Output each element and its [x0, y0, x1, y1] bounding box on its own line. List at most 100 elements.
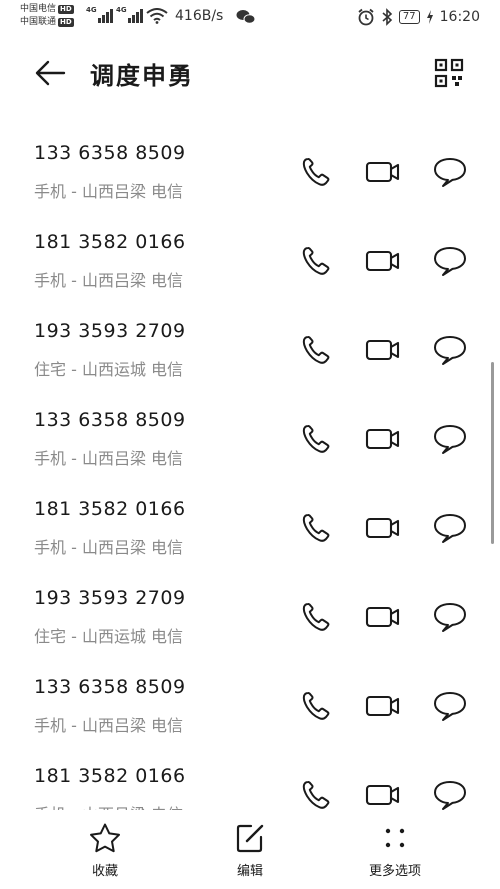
message-icon	[434, 781, 466, 810]
number-location: 手机 - 山西吕梁 电信	[34, 538, 184, 557]
video-call-button[interactable]	[365, 511, 401, 545]
phone-number: 133 6358 8509	[34, 409, 186, 431]
phone-number: 181 3582 0166	[34, 498, 186, 520]
phone-icon	[302, 246, 330, 275]
call-button[interactable]	[299, 600, 335, 634]
favorite-button[interactable]: 收藏	[50, 822, 160, 882]
carrier-1: 中国电信	[20, 4, 57, 14]
phone-number: 193 3593 2709	[34, 320, 186, 342]
video-call-icon	[365, 339, 400, 361]
call-button[interactable]	[299, 155, 335, 189]
video-call-button[interactable]	[365, 333, 401, 367]
number-location: 手机 - 山西吕梁 电信	[34, 271, 184, 290]
wechat-icon	[236, 10, 256, 24]
list-item[interactable]: 133 6358 8509 手机 - 山西吕梁 电信	[0, 662, 500, 751]
page-title: 调度申勇	[90, 62, 194, 90]
more-options-button[interactable]: 更多选项	[340, 822, 450, 882]
call-button[interactable]	[299, 422, 335, 456]
bottom-toolbar: 收藏 编辑 更多选项	[0, 818, 500, 889]
battery-level: 77	[398, 10, 420, 24]
phone-number-list[interactable]: 133 6358 8509 手机 - 山西吕梁 电信 181 3582 0166 手机…	[0, 128, 500, 810]
list-item[interactable]: 181 3582 0166 手机 - 山西吕梁 电信	[0, 217, 500, 306]
qr-code-icon	[434, 58, 464, 88]
phone-number: 181 3582 0166	[34, 231, 186, 253]
message-button[interactable]	[432, 155, 468, 189]
call-button[interactable]	[299, 244, 335, 278]
scrollbar[interactable]	[491, 362, 494, 544]
video-call-button[interactable]	[365, 244, 401, 278]
call-button[interactable]	[299, 689, 335, 723]
video-call-button[interactable]	[365, 778, 401, 810]
carrier-info: 中国电信 HD 中国联通 HD	[20, 3, 74, 29]
number-location: 住宅 - 山西运城 电信	[34, 627, 184, 646]
more-dots-icon	[385, 828, 405, 848]
video-call-button[interactable]	[365, 600, 401, 634]
charging-icon	[426, 10, 433, 24]
phone-icon	[302, 780, 330, 809]
list-item[interactable]: 193 3593 2709 住宅 - 山西运城 电信	[0, 306, 500, 395]
list-item[interactable]: 193 3593 2709 住宅 - 山西运城 电信	[0, 573, 500, 662]
status-bar: 中国电信 HD 中国联通 HD 4G 4G 416B/s 77 16:20	[0, 0, 500, 34]
phone-number: 181 3582 0166	[34, 765, 186, 787]
message-button[interactable]	[432, 778, 468, 810]
message-icon	[434, 692, 466, 721]
message-icon	[434, 158, 466, 187]
status-right: 77 16:20	[357, 8, 480, 26]
message-button[interactable]	[432, 511, 468, 545]
edit-icon	[236, 824, 264, 853]
list-item[interactable]: 181 3582 0166 手机 - 山西吕梁 电信	[0, 484, 500, 573]
call-button[interactable]	[299, 333, 335, 367]
number-location: 手机 - 山西吕梁 电信	[34, 182, 184, 201]
video-call-icon	[365, 695, 400, 717]
phone-number: 133 6358 8509	[34, 142, 186, 164]
clock: 16:20	[439, 9, 480, 25]
wifi-icon	[146, 8, 168, 24]
message-button[interactable]	[432, 333, 468, 367]
list-item[interactable]: 181 3582 0166 手机 - 山西吕梁 电信	[0, 751, 500, 810]
phone-icon	[302, 602, 330, 631]
list-item[interactable]: 133 6358 8509 手机 - 山西吕梁 电信	[0, 395, 500, 484]
message-button[interactable]	[432, 689, 468, 723]
phone-icon	[302, 513, 330, 542]
back-button[interactable]	[30, 54, 70, 92]
call-button[interactable]	[299, 511, 335, 545]
phone-icon	[302, 691, 330, 720]
favorite-label: 收藏	[91, 864, 118, 879]
video-call-icon	[365, 606, 400, 628]
message-button[interactable]	[432, 422, 468, 456]
edit-button[interactable]: 编辑	[195, 822, 305, 882]
phone-icon	[302, 157, 330, 186]
message-icon	[434, 247, 466, 276]
video-call-button[interactable]	[365, 155, 401, 189]
network-speed: 416B/s	[175, 8, 224, 24]
phone-number: 193 3593 2709	[34, 587, 186, 609]
message-icon	[434, 514, 466, 543]
carrier-2: 中国联通	[20, 17, 57, 27]
video-call-icon	[365, 517, 400, 539]
list-item[interactable]: 133 6358 8509 手机 - 山西吕梁 电信	[0, 128, 500, 217]
number-location: 手机 - 山西吕梁 电信	[34, 716, 184, 735]
video-call-icon	[365, 784, 400, 806]
number-location: 住宅 - 山西运城 电信	[34, 360, 184, 379]
header: 调度申勇	[0, 40, 500, 106]
message-button[interactable]	[432, 244, 468, 278]
arrow-left-icon	[35, 60, 66, 86]
more-options-label: 更多选项	[368, 864, 421, 879]
message-button[interactable]	[432, 600, 468, 634]
bluetooth-icon	[382, 8, 393, 26]
hd-badge: HD	[58, 5, 74, 14]
number-location: 手机 - 山西吕梁 电信	[34, 449, 184, 468]
phone-icon	[302, 335, 330, 364]
phone-icon	[302, 424, 330, 453]
video-call-button[interactable]	[365, 689, 401, 723]
signal-icon: 4G	[116, 6, 146, 30]
edit-label: 编辑	[236, 864, 263, 879]
number-location: 手机 - 山西吕梁 电信	[34, 801, 183, 810]
call-button[interactable]	[299, 778, 335, 810]
signal-icon: 4G	[86, 6, 116, 30]
qr-code-button[interactable]	[432, 56, 466, 90]
hd-badge: HD	[58, 18, 74, 27]
video-call-button[interactable]	[365, 422, 401, 456]
message-icon	[434, 425, 466, 454]
message-icon	[434, 336, 466, 365]
